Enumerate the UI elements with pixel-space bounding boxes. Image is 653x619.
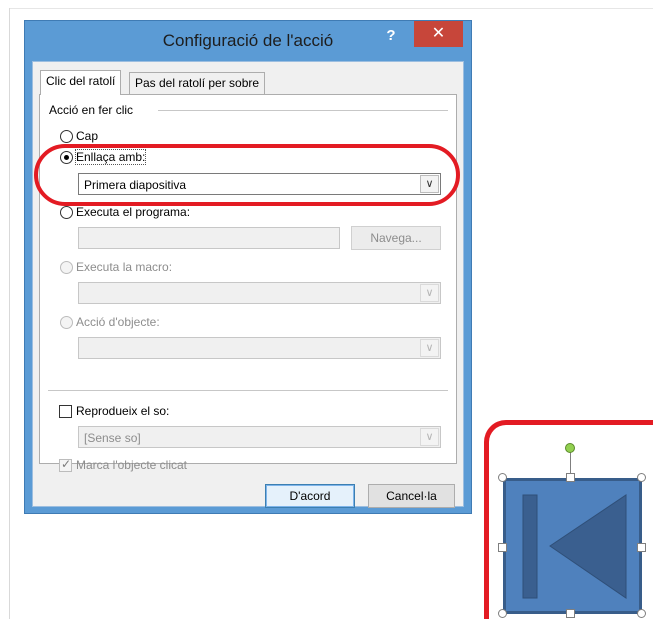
resize-handle-bottom-left[interactable] <box>498 609 507 618</box>
radio-run-macro[interactable] <box>60 261 73 274</box>
action-settings-dialog: Configuració de l'acció ? ✕ Clic del rat… <box>24 20 472 514</box>
radio-none-label[interactable]: Cap <box>76 129 98 143</box>
radio-run-program[interactable] <box>60 206 73 219</box>
radio-object-action[interactable] <box>60 316 73 329</box>
play-sound-checkbox[interactable] <box>59 405 72 418</box>
help-button[interactable]: ? <box>379 25 403 47</box>
slide-top-edge <box>9 8 653 9</box>
chevron-down-icon[interactable]: ∨ <box>420 284 439 302</box>
radio-run-macro-label: Executa la macro: <box>76 260 173 274</box>
radio-object-action-label: Acció d'objecte: <box>76 315 160 329</box>
chevron-down-icon[interactable]: ∨ <box>420 428 439 446</box>
dialog-title: Configuració de l'acció <box>162 31 334 50</box>
sound-dropdown[interactable]: [Sense so] ∨ <box>78 426 441 448</box>
rotation-handle-line <box>570 452 571 474</box>
dialog-titlebar[interactable]: Configuració de l'acció ? ✕ <box>25 21 471 61</box>
chevron-down-icon[interactable]: ∨ <box>420 339 439 357</box>
resize-handle-top[interactable] <box>566 473 575 482</box>
resize-handle-left[interactable] <box>498 543 507 552</box>
macro-dropdown[interactable]: ∨ <box>78 282 441 304</box>
play-sound-label[interactable]: Reprodueix el so: <box>76 404 169 418</box>
checkmark-icon: ✓ <box>61 457 72 471</box>
radio-run-program-label[interactable]: Executa el programa: <box>76 205 190 219</box>
sound-dropdown-value: [Sense so] <box>84 431 141 445</box>
group-label: Acció en fer clic <box>49 103 138 117</box>
resize-handle-bottom-right[interactable] <box>637 609 646 618</box>
rotation-handle[interactable] <box>565 443 575 453</box>
browse-button[interactable]: Navega... <box>351 226 441 250</box>
annotation-highlight-ellipse <box>34 144 460 206</box>
group-divider <box>158 110 448 111</box>
close-button[interactable]: ✕ <box>414 21 463 47</box>
resize-handle-right[interactable] <box>637 543 646 552</box>
slide-left-edge <box>9 8 10 619</box>
first-slide-icon <box>522 494 627 599</box>
resize-handle-bottom[interactable] <box>566 609 575 618</box>
dialog-client-area: Clic del ratolí Pas del ratolí per sobre… <box>32 61 464 508</box>
cancel-button[interactable]: Cancel·la <box>368 484 455 508</box>
radio-none[interactable] <box>60 130 73 143</box>
ok-button[interactable]: D'acord <box>265 484 355 508</box>
resize-handle-top-left[interactable] <box>498 473 507 482</box>
object-action-dropdown[interactable]: ∨ <box>78 337 441 359</box>
resize-handle-top-right[interactable] <box>637 473 646 482</box>
highlight-click-label: Marca l'objecte clicat <box>76 458 187 472</box>
tab-mouse-click[interactable]: Clic del ratolí <box>40 70 122 95</box>
program-path-field[interactable] <box>78 227 340 249</box>
section-divider <box>48 390 448 391</box>
tab-mouse-over[interactable]: Pas del ratolí per sobre <box>129 72 266 94</box>
highlight-click-checkbox[interactable]: ✓ <box>59 457 72 472</box>
action-button-first-shape[interactable] <box>503 478 642 614</box>
